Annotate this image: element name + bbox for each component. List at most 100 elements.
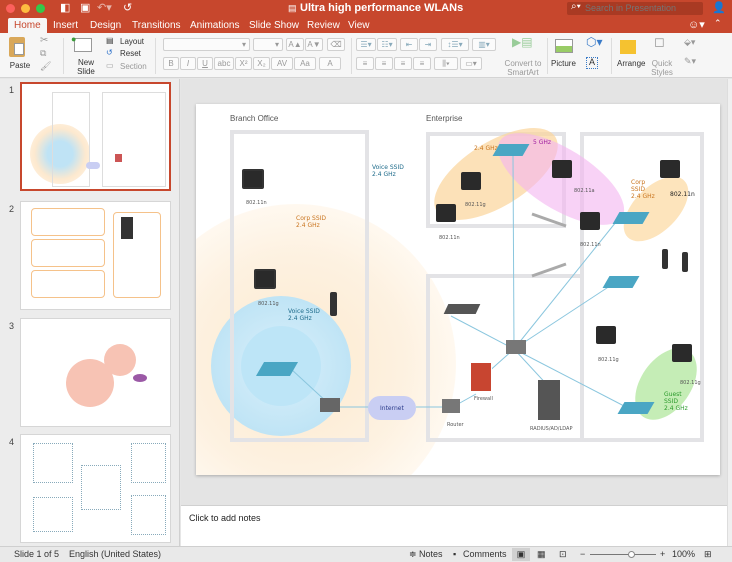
section-button[interactable]: Section	[120, 62, 147, 71]
slide-thumbnail-4[interactable]	[20, 434, 171, 543]
shape-fill-icon[interactable]: ⬙▾	[684, 38, 695, 47]
share-icon[interactable]: 👤	[712, 2, 726, 15]
vertical-scrollbar[interactable]	[727, 79, 732, 546]
sidebar-toggle-icon[interactable]: ◧	[60, 2, 70, 15]
tab-review[interactable]: Review	[301, 18, 346, 33]
font-name-select[interactable]: ▾	[163, 38, 250, 51]
switch-icon	[320, 398, 340, 412]
shapes-icon[interactable]: ⬡▾	[586, 36, 603, 48]
picture-button[interactable]: Picture	[551, 59, 576, 68]
radius-label: RADIUS/AD/LDAP	[530, 426, 573, 432]
network-diagram	[196, 128, 704, 475]
zoom-slider-thumb[interactable]	[628, 551, 636, 558]
normal-view-button[interactable]: ▣	[512, 548, 530, 561]
line-spacing-button[interactable]: ↕☰▾	[441, 38, 469, 51]
tab-home[interactable]: Home	[8, 18, 47, 33]
superscript-button[interactable]: X²	[235, 57, 252, 70]
shape-outline-icon[interactable]: ✎▾	[684, 57, 696, 66]
notes-pane[interactable]: Click to add notes	[181, 505, 727, 546]
ribbon-tabs: Home Insert Design Transitions Animation…	[0, 17, 732, 33]
slide-number: 2	[9, 204, 15, 214]
tab-design[interactable]: Design	[84, 18, 127, 33]
align-left-button[interactable]: ≡	[356, 57, 374, 70]
branch-office-title: Branch Office	[230, 114, 279, 123]
change-case-button[interactable]: Aa	[294, 57, 316, 70]
slide-thumbnail-3[interactable]	[20, 318, 171, 427]
convert-smartart-button[interactable]: Convert to SmartArt	[502, 59, 544, 77]
align-text-button[interactable]: ▭▾	[460, 57, 482, 70]
font-size-select[interactable]: ▾	[253, 38, 283, 51]
arrange-button[interactable]: Arrange	[617, 59, 645, 68]
firewall-icon	[470, 362, 492, 392]
format-painter-icon[interactable]: 🖌	[40, 62, 51, 71]
layout-button[interactable]: Layout	[120, 37, 144, 46]
clear-formatting-icon[interactable]: ⌫	[327, 38, 345, 51]
zoom-in-button[interactable]: +	[660, 547, 665, 562]
search-icon: ⌕▾	[571, 1, 581, 12]
close-window-button[interactable]	[6, 4, 15, 13]
bullets-button[interactable]: ☰▾	[356, 38, 376, 51]
quick-styles-button[interactable]: Quick Styles	[650, 59, 674, 77]
undo-icon[interactable]: ↶▾	[97, 2, 112, 15]
server-rack-icon	[443, 304, 481, 314]
slide-sorter-button[interactable]: ▦	[537, 547, 546, 562]
paste-button[interactable]: Paste	[9, 61, 31, 70]
tab-transitions[interactable]: Transitions	[126, 18, 187, 33]
copy-icon[interactable]: ⧉	[40, 49, 46, 58]
laptop-icon	[660, 160, 680, 178]
slide-number: 3	[9, 321, 15, 331]
fit-to-window-button[interactable]: ⊞	[704, 547, 712, 562]
text-direction-button[interactable]: ⫼▾	[434, 57, 458, 70]
text-box-icon[interactable]: A	[586, 57, 598, 69]
shrink-font-button[interactable]: A▼	[305, 38, 323, 51]
cut-icon[interactable]: ✂	[40, 36, 48, 46]
justify-button[interactable]: ≡	[413, 57, 431, 70]
phone-icon	[330, 292, 337, 316]
zoom-window-button[interactable]	[36, 4, 45, 13]
new-slide-button[interactable]: New Slide	[74, 58, 98, 76]
numbering-button[interactable]: ☷▾	[377, 38, 397, 51]
increase-indent-button[interactable]: ⇥	[419, 38, 437, 51]
comments-button[interactable]: Comments	[463, 547, 507, 562]
strikethrough-button[interactable]: abc	[214, 57, 234, 70]
slide-thumbnail-1[interactable]	[20, 82, 171, 191]
reading-view-button[interactable]: ⊡	[559, 547, 567, 562]
columns-button[interactable]: ▥▾	[472, 38, 496, 51]
align-center-button[interactable]: ≡	[375, 57, 393, 70]
font-color-button[interactable]: A	[319, 57, 341, 70]
laptop-icon	[242, 169, 264, 189]
character-spacing-button[interactable]: AV	[271, 57, 293, 70]
minimize-window-button[interactable]	[21, 4, 30, 13]
zoom-out-button[interactable]: −	[580, 547, 585, 562]
tab-slide-show[interactable]: Slide Show	[243, 18, 305, 33]
zoom-level: 100%	[672, 549, 696, 559]
laptop-label: 802.11n	[439, 235, 460, 241]
status-bar: Slide 1 of 5 English (United States) ≑ N…	[0, 546, 732, 562]
subscript-button[interactable]: X₂	[253, 57, 270, 70]
corp-ssid-ent-label: Corp SSID 2.4 GHz	[631, 179, 655, 200]
tab-view[interactable]: View	[342, 18, 376, 33]
save-icon[interactable]: ▣	[80, 2, 90, 15]
feedback-smiley-icon[interactable]: ☺▾	[688, 18, 705, 31]
bold-button[interactable]: B	[163, 57, 179, 70]
slide-thumbnail-2[interactable]	[20, 201, 171, 310]
language-indicator[interactable]: English (United States)	[69, 547, 161, 562]
tab-insert[interactable]: Insert	[47, 18, 84, 33]
align-right-button[interactable]: ≡	[394, 57, 412, 70]
zoom-slider[interactable]	[590, 554, 656, 555]
redo-icon[interactable]: ↺	[123, 2, 132, 15]
tab-animations[interactable]: Animations	[184, 18, 245, 33]
decrease-indent-button[interactable]: ⇤	[400, 38, 418, 51]
reset-button[interactable]: Reset	[120, 49, 141, 58]
notes-placeholder[interactable]: Click to add notes	[189, 513, 261, 523]
search-input[interactable]	[567, 2, 703, 15]
slide-canvas[interactable]: Branch Office Enterprise Voice SSID 2.4 …	[196, 104, 720, 475]
italic-button[interactable]: I	[180, 57, 196, 70]
voice-ssid-label: Voice SSID 2.4 GHz	[372, 164, 404, 178]
collapse-ribbon-icon[interactable]: ⌃	[714, 18, 722, 29]
grow-font-button[interactable]: A▲	[286, 38, 304, 51]
window-title: Ultra high performance WLANs	[300, 2, 464, 14]
underline-button[interactable]: U	[197, 57, 213, 70]
smartart-icon: ▶▤	[512, 35, 533, 49]
notes-button[interactable]: Notes	[419, 547, 443, 562]
